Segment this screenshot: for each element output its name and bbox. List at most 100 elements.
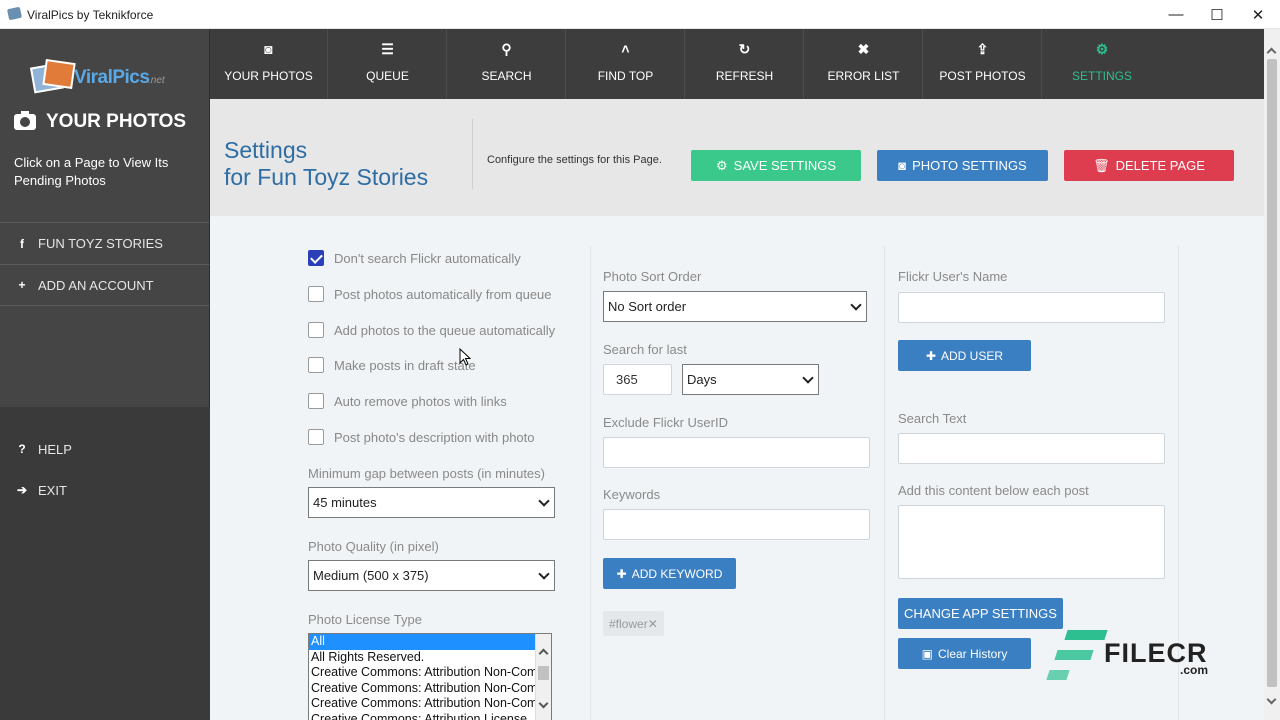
below-content-textarea[interactable]: [898, 505, 1165, 579]
checkbox-label: Post photo's description with photo: [334, 429, 535, 445]
nav-label: QUEUE: [366, 69, 409, 83]
list-item[interactable]: Creative Commons: Attribution Non-Commer…: [309, 681, 535, 697]
chevron-down-icon: [538, 568, 550, 580]
delete-page-button[interactable]: 🗑 DELETE PAGE: [1064, 150, 1234, 181]
license-listbox[interactable]: All All Rights Reserved. Creative Common…: [308, 633, 552, 720]
maximize-button[interactable]: ☐: [1197, 0, 1237, 29]
checkbox-label: Make posts in draft state: [334, 357, 476, 373]
listbox-scrollbar[interactable]: [535, 634, 551, 720]
facebook-icon: f: [20, 236, 24, 251]
sidebar-item-label: HELP: [38, 441, 72, 457]
chevron-down-icon: [802, 372, 814, 384]
nav-error-list[interactable]: ✖ ERROR LIST: [805, 29, 923, 99]
exclude-user-input[interactable]: [603, 437, 870, 468]
nav-label: SETTINGS: [1071, 69, 1132, 83]
close-button[interactable]: ✕: [1238, 0, 1278, 29]
license-label: Photo License Type: [308, 612, 422, 627]
keyword-tag: #flower ✕: [603, 611, 664, 636]
search-last-unit-select[interactable]: Days: [682, 364, 819, 395]
sidebar-item-fun-toyz-stories[interactable]: f FUN TOYZ STORIES: [0, 222, 209, 264]
nav-find-top[interactable]: ˄ FIND TOP: [567, 29, 685, 99]
column-divider: [884, 246, 885, 720]
scroll-down-icon[interactable]: [538, 698, 549, 709]
option-post-from-queue[interactable]: Post photos automatically from queue: [308, 284, 552, 304]
checkbox-label: Don't search Flickr automatically: [334, 250, 521, 266]
tag-text: #flower: [609, 616, 648, 631]
add-user-button[interactable]: ✚ ADD USER: [898, 340, 1031, 371]
select-value: Days: [687, 372, 717, 387]
nav-search[interactable]: ⚲ SEARCH: [448, 29, 566, 99]
checkbox[interactable]: [308, 393, 324, 409]
sidebar-item-help[interactable]: ? HELP: [0, 428, 209, 470]
gears-icon: ⚙: [716, 157, 728, 173]
button-label: Clear History: [937, 646, 1008, 661]
scroll-thumb[interactable]: [538, 666, 549, 680]
photo-settings-button[interactable]: ◙ PHOTO SETTINGS: [877, 150, 1048, 181]
gear-icon: ⚙: [1095, 41, 1109, 57]
option-add-to-queue[interactable]: Add photos to the queue automatically: [308, 320, 555, 340]
nav-label: REFRESH: [715, 69, 774, 83]
input-value: 365: [616, 372, 638, 387]
checkbox[interactable]: [308, 286, 324, 302]
list-item[interactable]: All: [309, 634, 535, 650]
minimize-button[interactable]: —: [1156, 0, 1196, 29]
list-item[interactable]: All Rights Reserved.: [309, 650, 535, 666]
keywords-label: Keywords: [603, 487, 661, 502]
add-keyword-button[interactable]: ✚ ADD KEYWORD: [603, 558, 736, 589]
upload-icon: ⇪: [976, 41, 989, 57]
sidebar-item-add-account[interactable]: + ADD AN ACCOUNT: [0, 264, 209, 306]
save-settings-button[interactable]: ⚙ SAVE SETTINGS: [691, 150, 861, 181]
nav-settings[interactable]: ⚙ SETTINGS: [1043, 29, 1161, 99]
facebook-square-icon: ▣: [921, 646, 933, 661]
checkbox[interactable]: [308, 429, 324, 445]
sidebar-item-exit[interactable]: ➔ EXIT: [0, 469, 209, 511]
sort-order-select[interactable]: No Sort order: [603, 291, 867, 322]
option-draft-state[interactable]: Make posts in draft state: [308, 355, 476, 375]
nav-queue[interactable]: ☰ QUEUE: [329, 29, 447, 99]
window-title: ViralPics by Teknikforce: [27, 8, 154, 22]
window-scrollbar[interactable]: [1264, 29, 1280, 720]
list-item[interactable]: Creative Commons: Attribution Non-Commer…: [309, 665, 535, 681]
search-last-label: Search for last: [603, 342, 687, 357]
min-gap-select[interactable]: 45 minutes: [308, 487, 555, 518]
exit-arrow-icon: ➔: [16, 483, 28, 497]
chevron-up-icon: ˄: [621, 41, 630, 57]
select-value: 45 minutes: [313, 495, 377, 510]
plus-icon: ✚: [616, 566, 627, 581]
checkbox[interactable]: [308, 250, 324, 266]
watermark-bar: [1054, 650, 1094, 660]
sidebar-item-label: ADD AN ACCOUNT: [38, 277, 154, 293]
scroll-up-icon[interactable]: [538, 648, 549, 659]
option-auto-remove-links[interactable]: Auto remove photos with links: [308, 391, 507, 411]
button-label: PHOTO SETTINGS: [912, 158, 1027, 173]
search-last-number[interactable]: 365: [603, 364, 672, 395]
button-label: ADD KEYWORD: [631, 566, 723, 581]
checkbox[interactable]: [308, 322, 324, 338]
sort-order-label: Photo Sort Order: [603, 269, 702, 284]
option-dont-search-flickr[interactable]: Don't search Flickr automatically: [308, 248, 521, 268]
clear-history-button[interactable]: ▣ Clear History: [898, 638, 1031, 669]
scroll-up-icon[interactable]: [1266, 47, 1277, 58]
list-item[interactable]: Creative Commons: Attribution License: [309, 712, 535, 720]
nav-your-photos[interactable]: ◙ YOUR PHOTOS: [210, 29, 328, 99]
camera-icon: ◙: [898, 158, 907, 173]
keywords-input[interactable]: [603, 509, 870, 540]
photo-quality-select[interactable]: Medium (500 x 375): [308, 560, 555, 591]
scroll-thumb[interactable]: [1267, 59, 1277, 687]
nav-post-photos[interactable]: ⇪ POST PHOTOS: [924, 29, 1042, 99]
list-item[interactable]: Creative Commons: Attribution Non-Commer…: [309, 696, 535, 712]
flickr-user-input[interactable]: [898, 292, 1165, 323]
remove-tag-icon[interactable]: ✕: [648, 617, 658, 631]
nav-refresh[interactable]: ↻ REFRESH: [686, 29, 804, 99]
below-content-label: Add this content below each post: [898, 483, 1089, 498]
min-gap-label: Minimum gap between posts (in minutes): [308, 466, 545, 481]
change-app-settings-button[interactable]: CHANGE APP SETTINGS: [898, 598, 1063, 629]
scroll-down-icon[interactable]: [1266, 694, 1277, 705]
search-text-input[interactable]: [898, 433, 1165, 464]
checkbox[interactable]: [308, 357, 324, 373]
option-post-description[interactable]: Post photo's description with photo: [308, 427, 535, 447]
config-description: Configure the settings for this Page.: [487, 154, 662, 166]
nav-label: FIND TOP: [597, 69, 654, 83]
sidebar-heading: YOUR PHOTOS: [14, 111, 186, 133]
camera-icon: ◙: [264, 41, 273, 57]
